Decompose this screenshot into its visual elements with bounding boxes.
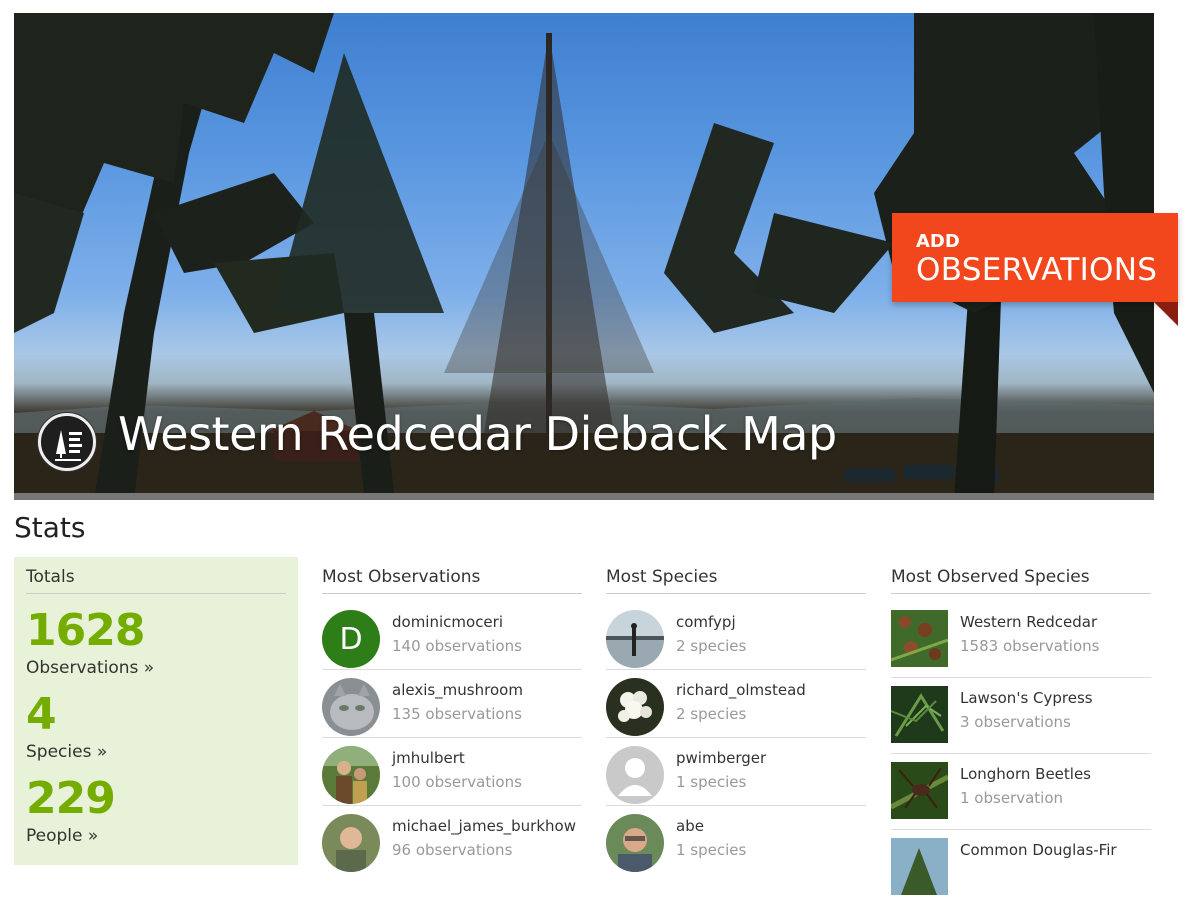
user-name[interactable]: abe [676,817,746,835]
list-item[interactable]: D dominicmoceri 140 observations [322,602,582,670]
species-thumbnail[interactable] [891,762,948,819]
most-species-column: Most Species comfypj 2 species richard_o… [606,557,866,874]
list-item[interactable]: Longhorn Beetles 1 observation [891,754,1151,830]
add-observations-big-label: OBSERVATIONS [916,252,1158,288]
user-name[interactable]: richard_olmstead [676,681,806,699]
species-thumbnail[interactable] [891,610,948,667]
observations-count: 1628 [26,605,145,656]
avatar[interactable] [322,746,380,804]
observation-count: 140 observations [392,637,522,655]
people-count: 229 [26,773,116,824]
add-observations-button[interactable]: ADD OBSERVATIONS [892,213,1178,302]
user-name[interactable]: dominicmoceri [392,613,522,631]
totals-panel: Totals 1628 Observations » 4 Species » 2… [14,557,298,865]
avatar[interactable] [606,814,664,872]
default-user-avatar[interactable] [606,746,664,804]
avatar[interactable] [606,610,664,668]
species-count: 2 species [676,705,747,723]
list-item[interactable]: richard_olmstead 2 species [606,670,866,738]
species-name[interactable]: Lawson's Cypress [960,689,1093,707]
most-observations-column: Most Observations D dominicmoceri 140 ob… [322,557,582,874]
species-name[interactable]: Western Redcedar [960,613,1099,631]
list-item[interactable]: Western Redcedar 1583 observations [891,602,1151,678]
forest-health-watch-logo-icon[interactable] [38,413,96,471]
user-name[interactable]: comfypj [676,613,746,631]
stats-heading: Stats [14,511,86,544]
most-observed-species-title: Most Observed Species [891,567,1151,594]
species-name[interactable]: Common Douglas-Fir [960,841,1117,859]
observation-count: 1583 observations [960,637,1100,655]
avatar[interactable] [606,678,664,736]
observations-link[interactable]: Observations » [26,658,286,678]
add-observations-small-label: ADD [916,231,960,252]
list-item[interactable]: Common Douglas-Fir [891,830,1151,906]
most-observed-species-column: Most Observed Species Western Redcedar 1… [891,557,1151,906]
user-name[interactable]: pwimberger [676,749,766,767]
user-name[interactable]: jmhulbert [392,749,522,767]
avatar[interactable]: D [322,610,380,668]
species-thumbnail[interactable] [891,686,948,743]
totals-title: Totals [26,567,286,594]
species-count: 1 species [676,841,747,859]
species-count: 4 [26,689,57,740]
people-link[interactable]: People » [26,826,286,846]
observation-count: 100 observations [392,773,522,791]
list-item[interactable]: alexis_mushroom 135 observations [322,670,582,738]
species-count: 2 species [676,637,747,655]
user-name[interactable]: michael_james_burkhow [392,817,576,835]
project-title: Western Redcedar Dieback Map [118,407,837,461]
avatar[interactable] [322,678,380,736]
list-item[interactable]: jmhulbert 100 observations [322,738,582,806]
species-link[interactable]: Species » [26,742,286,762]
list-item[interactable]: Lawson's Cypress 3 observations [891,678,1151,754]
list-item[interactable]: pwimberger 1 species [606,738,866,806]
most-species-title: Most Species [606,567,866,594]
user-name[interactable]: alexis_mushroom [392,681,523,699]
species-count: 1 species [676,773,747,791]
avatar[interactable] [322,814,380,872]
ribbon-fold [1154,302,1178,326]
observation-count: 135 observations [392,705,522,723]
species-name[interactable]: Longhorn Beetles [960,765,1091,783]
list-item[interactable]: comfypj 2 species [606,602,866,670]
observation-count: 3 observations [960,713,1071,731]
banner-bottom-bar [14,493,1154,500]
most-observations-title: Most Observations [322,567,582,594]
species-thumbnail[interactable] [891,838,948,895]
list-item[interactable]: michael_james_burkhow 96 observations [322,806,582,874]
list-item[interactable]: abe 1 species [606,806,866,874]
observation-count: 1 observation [960,789,1064,807]
observation-count: 96 observations [392,841,513,859]
